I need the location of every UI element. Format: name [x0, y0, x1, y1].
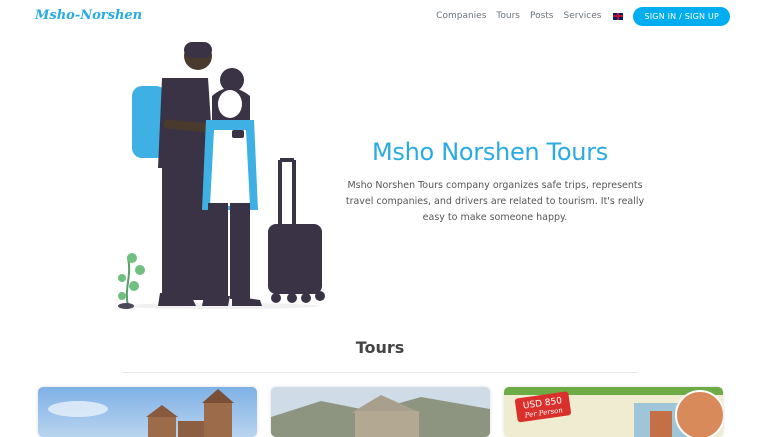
plant-icon	[118, 253, 145, 309]
travelers-illustration	[110, 38, 335, 313]
uk-flag-icon[interactable]	[613, 12, 624, 20]
signin-signup-button[interactable]: SIGN IN / SIGN UP	[633, 6, 730, 26]
nav-link-companies[interactable]: Companies	[436, 6, 486, 26]
promo-photo: USD 850 Per Person	[504, 387, 723, 437]
nav-link-tours[interactable]: Tours	[496, 6, 520, 26]
tours-section-title: Tours	[355, 338, 405, 357]
suitcase-icon	[268, 158, 325, 303]
nav-link-services[interactable]: Services	[564, 6, 602, 26]
nav-link-posts[interactable]: Posts	[530, 6, 554, 26]
woman-figure	[202, 68, 262, 306]
ruins-photo	[271, 387, 490, 437]
tour-card[interactable]: USD 850 Per Person	[504, 387, 723, 437]
tour-card[interactable]	[38, 387, 257, 437]
tour-card[interactable]	[271, 387, 490, 437]
section-divider	[123, 372, 637, 373]
hero-title: Msho Norshen Tours	[371, 138, 608, 166]
nav-menu: Companies Tours Posts Services SIGN IN /…	[436, 6, 730, 26]
navbar: Msho-Norshen Companies Tours Posts Servi…	[0, 0, 760, 32]
site-logo[interactable]: Msho-Norshen	[35, 8, 142, 23]
church-photo	[38, 387, 257, 437]
hero-description: Msho Norshen Tours company organizes saf…	[345, 180, 645, 223]
